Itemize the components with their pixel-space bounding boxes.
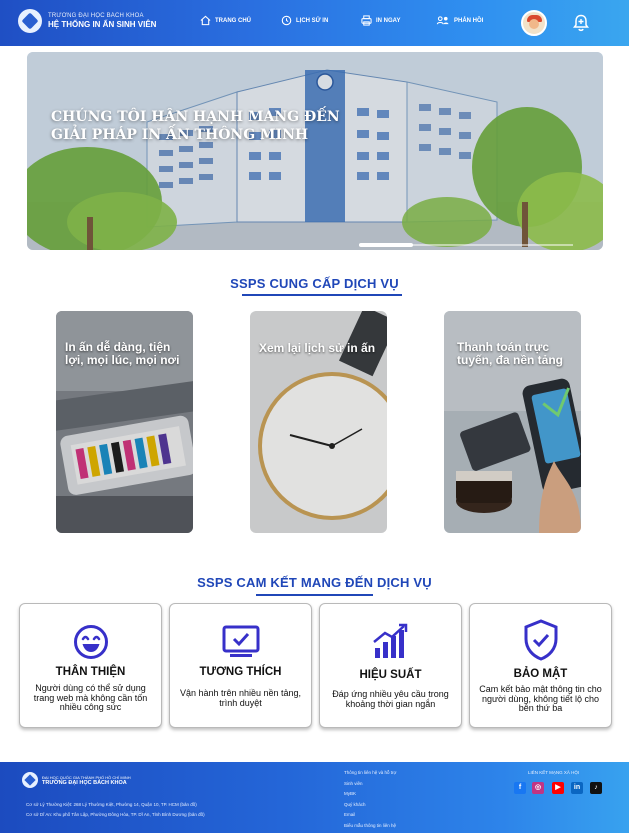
commit-card-compatible: TƯƠNG THÍCH Vận hành trên nhiều nền tảng… [169, 603, 312, 728]
history-icon [281, 15, 292, 26]
nav-print-now-label: IN NGAY [376, 17, 401, 24]
nav-feedback[interactable]: PHẢN HỒI [436, 15, 483, 26]
commit-card-title: THÂN THIỆN [55, 666, 126, 678]
nav-history[interactable]: LỊCH SỬ IN [281, 15, 328, 26]
nav-print-now[interactable]: IN NGAY [361, 15, 400, 26]
service-card-history[interactable]: Xem lại lịch sử in ấn [250, 311, 387, 533]
commit-card-security: BẢO MẬT Cam kết bảo mật thông tin cho ng… [469, 603, 612, 728]
youtube-icon[interactable]: ▶ [552, 782, 564, 794]
feedback-icon [436, 16, 449, 25]
hero-headline: CHÚNG TÔI HÂN HẠNH MANG ĐẾN GIẢI PHÁP IN… [51, 108, 351, 144]
nav-home-label: TRANG CHỦ [215, 17, 251, 24]
commit-card-performance: HIỆU SUẤT Đáp ứng nhiều yêu cầu trong kh… [319, 603, 462, 728]
chart-up-icon [372, 623, 407, 658]
page-footer: ĐẠI HỌC QUỐC GIA THÀNH PHỐ HỒ CHÍ MINH T… [0, 762, 629, 833]
footer-logo-icon [22, 772, 38, 788]
service-card-title: Thanh toán trực tuyến, đa nền tảng [457, 340, 564, 367]
notification-bell-icon[interactable] [573, 14, 589, 32]
footer-social-label: LIÊN KẾT MẠNG XÃ HỘI [528, 770, 580, 775]
university-logo-icon [18, 9, 42, 33]
footer-brand-subtitle: ĐẠI HỌC QUỐC GIA THÀNH PHỐ HỒ CHÍ MINH [42, 774, 131, 780]
nav-history-label: LỊCH SỬ IN [296, 17, 329, 24]
services-title-underline [242, 294, 402, 296]
carousel-indicator[interactable] [359, 243, 413, 247]
campus-illustration [27, 52, 603, 250]
footer-link[interactable]: Email [344, 812, 396, 823]
brand-subtitle: TRƯỜNG ĐẠI HỌC BÁCH KHOA [48, 13, 144, 19]
smile-icon [73, 625, 108, 659]
commit-card-friendly: THÂN THIỆN Người dùng có thể sử dụng tra… [19, 603, 162, 728]
commitments-title-underline [256, 594, 373, 596]
footer-link[interactable]: Biểu mẫu thông tin liên hệ [344, 823, 396, 833]
footer-address-2: Cơ sở Dĩ An: Khu phố Tân Lập, Phường Đôn… [26, 812, 205, 817]
footer-links: Thông tin liên hệ và hỗ trợ Sinh viên My… [344, 770, 396, 833]
commit-card-desc: Người dùng có thể sử dụng trang web mà k… [33, 683, 148, 712]
footer-brand-title: TRƯỜNG ĐẠI HỌC BÁCH KHOA [42, 779, 127, 786]
user-avatar[interactable] [521, 10, 547, 36]
commit-card-title: TƯƠNG THÍCH [199, 666, 282, 678]
commit-card-desc: Cam kết bảo mật thông tin cho người dùng… [479, 684, 602, 713]
commit-card-title: BẢO MẬT [513, 668, 568, 680]
linkedin-icon[interactable]: in [571, 782, 583, 794]
service-card-title: In ấn dễ dàng, tiện lợi, mọi lúc, mọi nơ… [65, 340, 180, 367]
commit-card-desc: Vận hành trên nhiều nền tảng, trình duyệ… [179, 688, 302, 708]
home-icon [200, 15, 211, 26]
service-card-printing[interactable]: In ấn dễ dàng, tiện lợi, mọi lúc, mọi nơ… [56, 311, 193, 533]
commit-card-desc: Đáp ứng nhiều yêu cầu trong khoảng thời … [332, 689, 449, 709]
hero-banner: CHÚNG TÔI HÂN HẠNH MANG ĐẾN GIẢI PHÁP IN… [27, 52, 603, 250]
printer-icon [361, 15, 372, 26]
footer-link[interactable]: Quý khách [344, 802, 396, 813]
commitments-section-title: SSPS CAM KẾT MANG ĐẾN DỊCH VỤ [197, 575, 432, 590]
commit-card-title: HIỆU SUẤT [359, 669, 422, 681]
brand-title: HỆ THỐNG IN ẤN SINH VIÊN [48, 20, 157, 29]
facebook-icon[interactable]: f [514, 782, 526, 794]
footer-link[interactable]: Thông tin liên hệ và hỗ trợ [344, 770, 396, 781]
nav-feedback-label: PHẢN HỒI [454, 17, 484, 24]
hero-headline-line1: CHÚNG TÔI HÂN HẠNH MANG ĐẾN [51, 109, 340, 125]
services-section-title: SSPS CUNG CẤP DỊCH VỤ [230, 276, 399, 291]
top-navbar: TRƯỜNG ĐẠI HỌC BÁCH KHOA HỆ THỐNG IN ẤN … [0, 0, 629, 46]
footer-address-1: Cơ sở Lý Thường Kiệt: 268 Lý Thường Kiệt… [26, 802, 197, 807]
monitor-check-icon [222, 625, 259, 657]
brand[interactable]: TRƯỜNG ĐẠI HỌC BÁCH KHOA HỆ THỐNG IN ẤN … [18, 9, 156, 33]
instagram-icon[interactable]: ◎ [532, 782, 544, 794]
shield-check-icon [524, 619, 557, 661]
footer-brand[interactable]: ĐẠI HỌC QUỐC GIA THÀNH PHỐ HỒ CHÍ MINH T… [22, 772, 131, 788]
footer-link[interactable]: Sinh viên [344, 781, 396, 792]
service-card-payment[interactable]: Thanh toán trực tuyến, đa nền tảng [444, 311, 581, 533]
nav-home[interactable]: TRANG CHỦ [200, 15, 251, 26]
hero-headline-line2: GIẢI PHÁP IN ẤN THÔNG MINH [51, 127, 309, 143]
tiktok-icon[interactable]: ♪ [590, 782, 602, 794]
service-card-title: Xem lại lịch sử in ấn [259, 341, 376, 355]
footer-link[interactable]: MyBK [344, 791, 396, 802]
